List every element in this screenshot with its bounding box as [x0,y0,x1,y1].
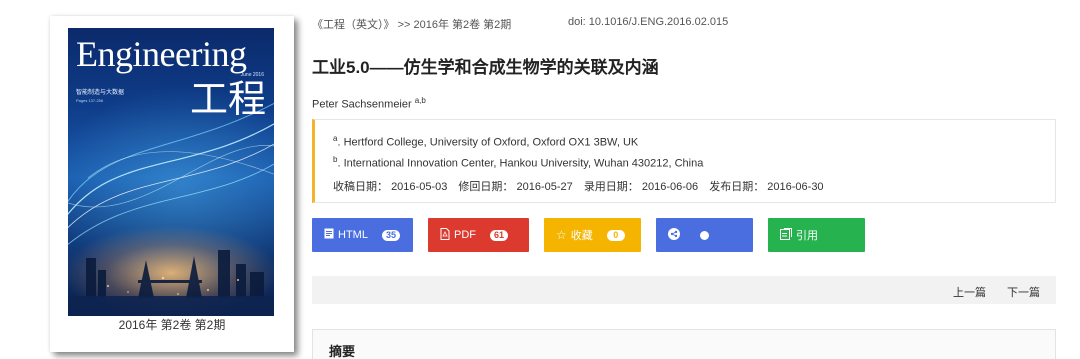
pdf-button-label: PDF [454,229,476,241]
favorite-count-badge: 0 [606,229,625,241]
breadcrumb-journal-link[interactable]: 《工程（英文）》 [312,16,395,32]
received-date: 2016-05-03 [391,181,448,193]
favorite-button-label: 收藏 [570,230,593,242]
journal-cover-card[interactable]: Engineering June 2016 智能制造与大数据 Pages 137… [50,16,294,352]
cover-title-english: Engineering [76,34,247,74]
pdf-count-badge: 61 [490,229,509,241]
abstract-section: 摘要 [312,329,1056,359]
abstract-heading: 摘要 [329,344,356,359]
revised-date: 2016-05-27 [516,181,573,193]
previous-article-link[interactable]: 上一篇 [953,284,986,300]
cover-subtitle-cn: 智能制造与大数据 [76,90,125,96]
share-button[interactable] [656,218,753,252]
html-count-badge: 35 [381,229,400,241]
author-line: Peter Sachsenmeier a,b [312,96,426,111]
author-name[interactable]: Peter Sachsenmeier [312,99,412,111]
quote-icon [780,227,792,243]
document-icon [324,228,334,242]
cite-button-label: 引用 [796,230,818,242]
cite-button[interactable]: 引用 [768,218,865,252]
doi-text: doi: 10.1016/J.ENG.2016.02.015 [568,16,729,28]
received-label: 收稿日期： [333,181,388,193]
journal-cover-image[interactable]: Engineering June 2016 智能制造与大数据 Pages 137… [68,28,274,316]
published-label: 发布日期： [709,181,765,193]
accepted-date: 2016-06-06 [641,181,699,193]
cover-title-chinese: 工程 [189,77,266,121]
affiliation-a-text: . Hertford College, University of Oxford… [337,136,639,149]
breadcrumb-issue-link[interactable]: 2016年 第2卷 第2期 [413,16,511,32]
revised-label: 修回日期： [458,181,514,193]
cover-subtitle: 智能制造与大数据 Pages 137-256 [76,90,124,104]
affiliation-b-text: . International Innovation Center, Hanko… [337,157,704,170]
accepted-label: 录用日期： [583,181,639,193]
cover-issue-caption: 2016年 第2卷 第2期 [118,318,226,332]
next-article-link[interactable]: 下一篇 [1007,284,1040,300]
affiliation-b: b. International Innovation Center, Hank… [333,155,703,170]
breadcrumb: 《工程（英文）》 >> 2016年 第2卷 第2期 [312,16,511,32]
html-button-label: HTML [338,229,368,241]
author-affiliation-marker: a,b [414,96,426,105]
share-count-dot [700,230,709,240]
affiliation-box: a. Hertford College, University of Oxfor… [312,119,1056,203]
article-nav-bar: 上一篇 下一篇 [312,276,1056,304]
favorite-button[interactable]: ☆ 收藏 0 [544,218,641,252]
affiliation-a: a. Hertford College, University of Oxfor… [333,134,638,149]
article-title: 工业5.0——仿生学和合成生物学的关联及内涵 [312,58,659,77]
star-icon: ☆ [556,228,567,242]
published-date: 2016-06-30 [767,181,824,193]
pdf-button[interactable]: PDF 61 [428,218,529,252]
breadcrumb-separator: >> [397,19,411,31]
share-icon [668,227,680,243]
pdf-icon [440,227,450,243]
article-dates: 收稿日期： 2016-05-03 修回日期： 2016-05-27 录用日期： … [333,178,824,194]
html-button[interactable]: HTML 35 [312,218,413,252]
cover-subtitle-pages: Pages 137-256 [76,98,104,103]
